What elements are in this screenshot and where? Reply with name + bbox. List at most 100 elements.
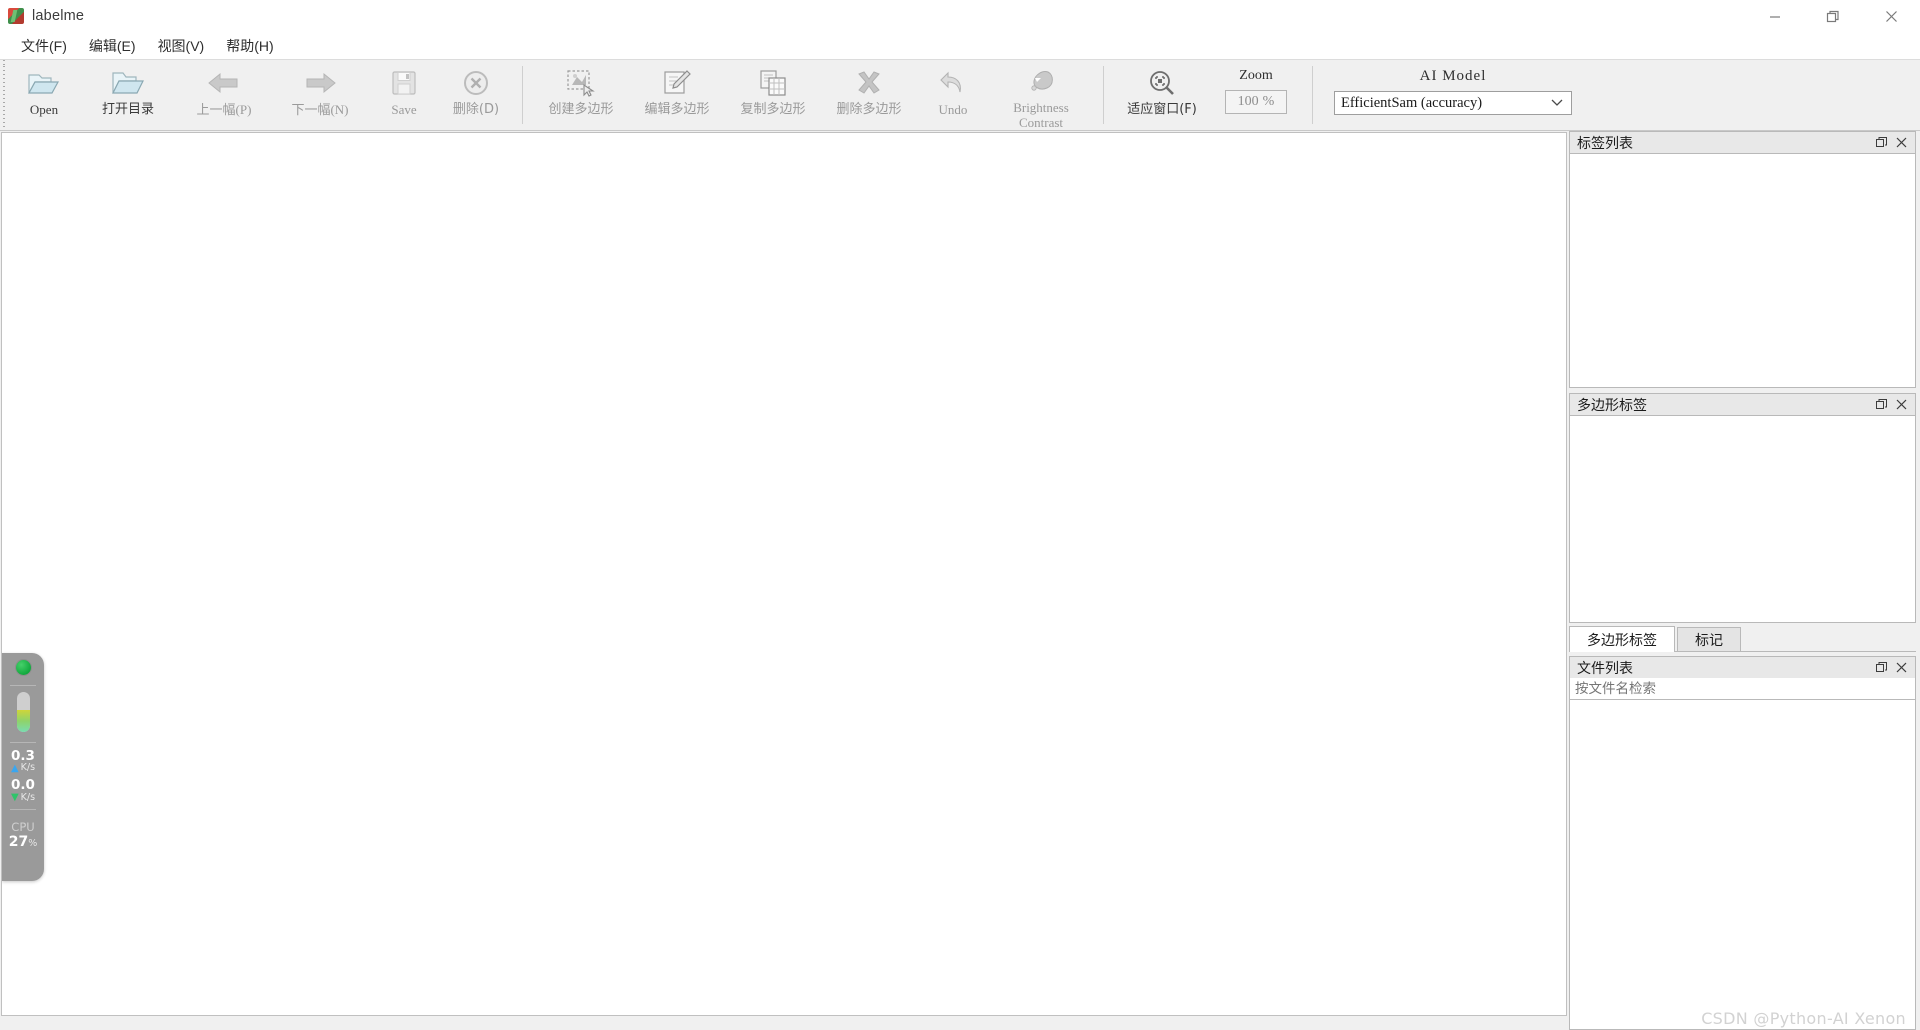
title-bar: labelme (0, 0, 1920, 33)
maximize-icon[interactable] (1804, 0, 1862, 33)
open-folder-icon (27, 66, 61, 100)
arrow-left-icon (206, 66, 242, 100)
file-search-input[interactable] (1569, 678, 1916, 700)
brightness-contrast-button[interactable]: Brightness Contrast (989, 60, 1093, 130)
cpu-value: 27 (8, 834, 29, 851)
menu-help[interactable]: 帮助(H) (215, 36, 284, 56)
tab-polygon-labels[interactable]: 多边形标签 (1569, 626, 1675, 652)
zoom-unit: % (1262, 94, 1275, 109)
restore-dock-icon[interactable] (1871, 396, 1891, 414)
file-list-titlebar: 文件列表 (1569, 656, 1916, 678)
chevron-down-icon (1551, 95, 1563, 112)
label-list-titlebar: 标签列表 (1569, 131, 1916, 153)
undo-button[interactable]: Undo (917, 60, 989, 130)
label-list-body[interactable] (1569, 153, 1916, 388)
menu-bar: 文件(F) 编辑(E) 视图(V) 帮助(H) (0, 33, 1920, 59)
polygon-labels-titlebar: 多边形标签 (1569, 393, 1916, 415)
zoom-label: Zoom (1239, 68, 1273, 83)
brightness-label: Brightness (1013, 100, 1069, 116)
cpu-label: CPU (11, 820, 35, 835)
ai-model-label: AI Model (1419, 68, 1487, 84)
file-list-body[interactable] (1569, 700, 1916, 1030)
cpu-usage: 27% (9, 834, 38, 850)
restore-dock-icon[interactable] (1871, 134, 1891, 152)
menu-edit[interactable]: 编辑(E) (78, 36, 147, 56)
close-dock-icon[interactable] (1891, 659, 1911, 677)
delete-circle-icon (462, 66, 490, 100)
label-list-title: 标签列表 (1577, 135, 1633, 152)
polygon-labels-body[interactable] (1569, 415, 1916, 623)
open-button-label: Open (29, 102, 59, 117)
close-dock-icon[interactable] (1891, 396, 1911, 414)
open-button[interactable]: Open (8, 60, 80, 130)
prev-image-button[interactable]: 上一幅(P) (176, 60, 272, 130)
undo-arrow-icon (938, 66, 968, 100)
next-image-label: 下一幅(N) (291, 102, 349, 117)
restore-dock-icon[interactable] (1871, 659, 1891, 677)
brightness-contrast-icon (1026, 66, 1056, 98)
dock-tabbar: 多边形标签 标记 (1569, 626, 1916, 652)
open-dir-button-label: 打开目录 (101, 102, 154, 117)
delete-button[interactable]: 删除(D) (440, 60, 512, 130)
watermark: CSDN @Python-AI Xenon (1701, 1009, 1906, 1028)
file-list-panel: 文件列表 (1569, 656, 1916, 1030)
image-canvas[interactable]: 0.3 ▲ K/s 0.0 ▼ K/s CPU 27% (1, 132, 1567, 1016)
zoom-value: 100 (1237, 94, 1259, 109)
performance-widget[interactable]: 0.3 ▲ K/s 0.0 ▼ K/s CPU 27% (2, 653, 44, 881)
open-dir-button[interactable]: 打开目录 (80, 60, 176, 130)
duplicate-polygon-icon (758, 66, 788, 100)
zoom-control: Zoom 100 % (1210, 60, 1302, 130)
duplicate-polygon-label: 复制多边形 (740, 102, 806, 117)
fit-window-button[interactable]: 适应窗口(F) (1114, 60, 1210, 130)
cpu-unit: % (28, 838, 38, 850)
status-dot-icon (15, 660, 31, 675)
fit-window-zoom-icon (1147, 66, 1177, 100)
prev-image-label: 上一幅(P) (196, 102, 252, 117)
download-speed-unit: K/s (20, 791, 36, 803)
create-polygon-button[interactable]: 创建多边形 (533, 60, 629, 130)
toolbar-drag-handle[interactable] (0, 60, 8, 130)
save-button[interactable]: Save (368, 60, 440, 130)
menu-file[interactable]: 文件(F) (10, 36, 78, 56)
polygon-labels-title: 多边形标签 (1577, 397, 1647, 414)
perf-divider-1 (10, 685, 36, 686)
download-speed-unit-row: ▼ K/s (11, 791, 36, 804)
undo-button-label: Undo (938, 102, 968, 117)
delete-button-label: 删除(D) (452, 102, 500, 117)
toolbar-separator-1 (522, 66, 523, 124)
minimize-icon[interactable] (1746, 0, 1804, 33)
file-list-title: 文件列表 (1577, 660, 1633, 677)
ai-model-value: EfficientSam (accuracy) (1341, 94, 1483, 111)
main-area: 0.3 ▲ K/s 0.0 ▼ K/s CPU 27% 标签列表 多边形标签 多… (0, 131, 1920, 1030)
edit-polygon-button[interactable]: 编辑多边形 (629, 60, 725, 130)
open-directory-icon (110, 66, 146, 100)
delete-polygon-x-icon (854, 66, 884, 100)
save-button-label: Save (391, 102, 417, 117)
main-toolbar: Open 打开目录 上一幅(P) 下一幅(N) Save 删除(D) 创建多边形… (0, 59, 1920, 131)
duplicate-polygon-button[interactable]: 复制多边形 (725, 60, 821, 130)
labelme-app-icon (8, 8, 24, 24)
toolbar-separator-2 (1103, 66, 1104, 124)
close-icon[interactable] (1862, 0, 1920, 33)
ai-model-select[interactable]: EfficientSam (accuracy) (1334, 91, 1572, 115)
menu-view[interactable]: 视图(V) (147, 36, 216, 56)
ai-model-control: AI Model EfficientSam (accuracy) (1323, 60, 1583, 130)
next-image-button[interactable]: 下一幅(N) (272, 60, 368, 130)
download-speed-value: 0.0 (11, 777, 35, 794)
contrast-label: Contrast (1018, 114, 1064, 130)
zoom-input[interactable]: 100 % (1225, 90, 1287, 114)
toolbar-separator-3 (1312, 66, 1313, 124)
arrow-right-icon (302, 66, 338, 100)
perf-divider-2 (10, 742, 36, 743)
tab-flags[interactable]: 标记 (1677, 627, 1741, 651)
save-disk-icon (390, 66, 418, 100)
memory-gauge (16, 692, 30, 732)
delete-polygon-label: 删除多边形 (836, 102, 902, 117)
close-dock-icon[interactable] (1891, 134, 1911, 152)
fit-window-label: 适应窗口(F) (1127, 102, 1197, 117)
create-polygon-icon (565, 66, 597, 100)
upload-speed-unit: K/s (20, 762, 36, 774)
perf-divider-3 (10, 809, 36, 811)
create-polygon-label: 创建多边形 (548, 102, 614, 117)
delete-polygon-button[interactable]: 删除多边形 (821, 60, 917, 130)
